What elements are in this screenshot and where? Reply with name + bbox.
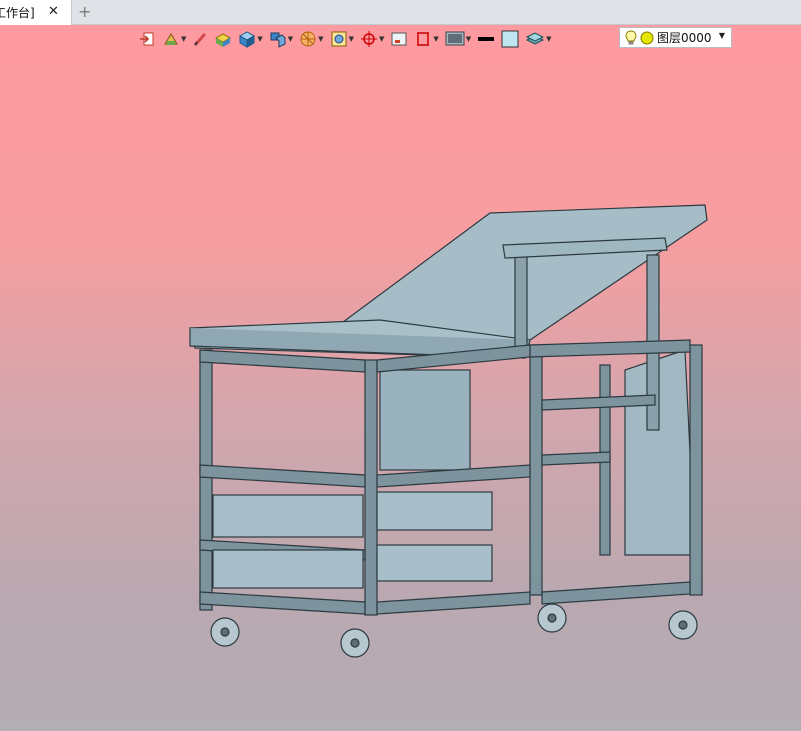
display-mode-icon[interactable]: ▼ — [445, 30, 471, 48]
pen-icon[interactable] — [192, 30, 208, 48]
render-mode-icon[interactable]: ▼ — [299, 30, 324, 48]
line-color-icon[interactable] — [477, 30, 495, 48]
tab-bar: 工作台] ✕ + — [0, 0, 801, 25]
fill-color-icon[interactable] — [501, 30, 519, 48]
section-view-icon[interactable]: ▼ — [330, 30, 354, 48]
tab-title: 工作台] — [0, 6, 35, 20]
tab-workbench[interactable]: 工作台] ✕ — [0, 0, 72, 25]
lightbulb-icon — [625, 29, 637, 44]
layer-manager-icon[interactable]: ▼ — [525, 30, 552, 48]
layer-visible-icon — [640, 31, 654, 44]
exit-sketch-icon[interactable] — [138, 30, 156, 48]
view-orient-icon[interactable]: ▼ — [269, 30, 293, 48]
chevron-down-icon: ▼ — [718, 31, 725, 40]
view-toolbar: ▼ ▼ ▼ ▼ ▼ ▼ ▼ ▼ ▼ — [138, 29, 552, 49]
dimension-icon[interactable]: ▼ — [414, 30, 439, 48]
component-icon[interactable]: ▼ — [162, 30, 186, 48]
layer-name: 图层0000 — [657, 31, 712, 45]
add-tab-icon[interactable]: + — [78, 2, 91, 21]
close-icon[interactable]: ✕ — [48, 4, 59, 19]
fit-view-icon[interactable] — [390, 30, 408, 48]
workbench-3d-model — [189, 204, 708, 658]
extrude-icon[interactable] — [214, 30, 232, 48]
box-icon[interactable]: ▼ — [238, 30, 263, 48]
snap-point-icon[interactable]: ▼ — [360, 30, 384, 48]
layer-selector[interactable]: 图层0000 ▼ — [619, 27, 732, 48]
